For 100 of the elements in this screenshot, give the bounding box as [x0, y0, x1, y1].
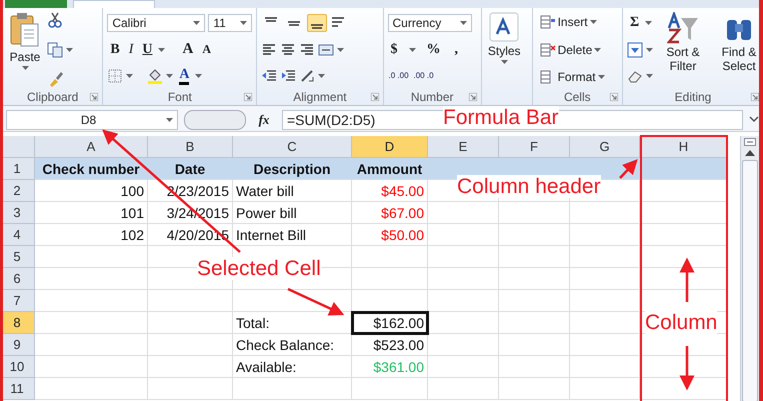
align-center-icon[interactable] [280, 42, 296, 58]
autosum-button[interactable]: Σ [627, 13, 642, 33]
table-cell: 102 [35, 224, 148, 246]
merge-icon[interactable] [318, 42, 334, 58]
table-cell: Available: [233, 356, 352, 378]
delete-cells-icon [540, 42, 556, 58]
table-cell: $162.00 [352, 312, 428, 334]
scrollbar-thumb[interactable] [742, 160, 758, 401]
caret-icon [460, 21, 467, 25]
empty-cell [499, 268, 570, 290]
cells-button[interactable]: Format [536, 67, 618, 87]
caret-icon [158, 48, 166, 52]
shrink-font-button[interactable]: A [199, 40, 214, 59]
vertical-align-button[interactable] [307, 14, 328, 32]
align-left-icon[interactable] [261, 42, 278, 58]
caret-icon [408, 48, 416, 52]
empty-cell [428, 246, 499, 268]
arrow [619, 159, 638, 179]
find-select-button[interactable]: Find & Select [713, 12, 763, 89]
name-box[interactable]: D8 [6, 110, 178, 130]
italic-button[interactable]: I [126, 40, 136, 60]
cells-button[interactable]: Delete [536, 40, 618, 60]
splitter-handle[interactable] [184, 110, 246, 130]
launcher-icon[interactable] [468, 93, 477, 101]
column-header[interactable]: C [233, 136, 352, 158]
caret-icon [193, 21, 200, 25]
row-header[interactable]: 7 [0, 290, 35, 312]
launcher-icon[interactable] [751, 93, 759, 101]
empty-cell [570, 312, 640, 334]
number-format-button[interactable]: % [424, 40, 444, 60]
launcher-icon[interactable] [610, 93, 618, 101]
column-header[interactable]: G [570, 136, 640, 158]
number-format-button[interactable]: , [452, 40, 462, 60]
column-header[interactable]: E [428, 136, 499, 158]
launcher-icon[interactable] [370, 93, 379, 101]
row-header[interactable]: 8 [0, 312, 35, 334]
caret-icon [646, 48, 653, 52]
vertical-scrollbar[interactable] [740, 136, 759, 401]
split-box-icon[interactable] [744, 138, 756, 146]
empty-cell [428, 224, 499, 246]
group-label: Number [410, 90, 454, 104]
empty-cell [428, 378, 499, 400]
row-header[interactable]: 1 [0, 158, 35, 180]
row-header[interactable]: 2 [0, 180, 35, 202]
styles-button[interactable]: Styles [486, 12, 523, 89]
fill-bucket-icon[interactable] [147, 68, 164, 84]
row-header[interactable]: 5 [0, 246, 35, 268]
empty-cell [428, 356, 499, 378]
scissors-icon[interactable] [47, 12, 63, 28]
row-header[interactable]: 9 [0, 334, 35, 356]
copy-icon[interactable] [47, 42, 63, 58]
sort-filter-button[interactable]: Sort & Filter [657, 12, 709, 89]
number-format-button[interactable]: $ [388, 40, 401, 60]
column-header[interactable]: H [640, 136, 728, 158]
caret-icon [166, 118, 173, 122]
decimal-button[interactable]: .0 .00 [388, 72, 410, 80]
caret-icon [126, 74, 134, 78]
number-format-field[interactable]: Currency [388, 14, 472, 32]
grow-font-button[interactable]: A [179, 39, 196, 60]
paste-button[interactable]: Paste [7, 12, 43, 89]
table-cell: Total: [233, 312, 352, 334]
empty-cell [499, 378, 570, 400]
table-cell: 101 [35, 202, 148, 224]
decimal-button[interactable]: .00 .0 [412, 72, 435, 80]
empty-cell [499, 290, 570, 312]
font-name-field[interactable]: Calibri [107, 14, 206, 32]
table-cell: Check Balance: [233, 334, 352, 356]
row-header[interactable]: 6 [0, 268, 35, 290]
brush-icon[interactable] [47, 71, 63, 87]
table-cell: Check number [35, 158, 148, 180]
align-middle-icon [287, 20, 302, 26]
column-header[interactable]: D [352, 136, 428, 158]
underline-button[interactable]: U [139, 40, 156, 60]
font-size-field[interactable]: 11 [208, 14, 252, 32]
row-header[interactable]: 3 [0, 202, 35, 224]
row-header[interactable]: 4 [0, 224, 35, 246]
fill-down-icon[interactable] [627, 42, 643, 58]
borders-icon[interactable] [107, 68, 124, 84]
scroll-up-icon[interactable] [745, 150, 755, 156]
launcher-icon[interactable] [90, 93, 98, 101]
bold-button[interactable]: B [107, 40, 123, 60]
table-cell: $361.00 [352, 356, 428, 378]
align-right-icon[interactable] [299, 42, 316, 58]
caret-icon [590, 20, 597, 24]
launcher-icon[interactable] [244, 93, 252, 101]
cells-button[interactable]: Insert [536, 12, 618, 32]
annotation-label: Selected Cell [197, 257, 321, 280]
insert-function-button[interactable]: fx [252, 112, 276, 128]
font-color-button[interactable]: A [176, 66, 192, 86]
column-header[interactable]: A [35, 136, 148, 158]
column-header[interactable]: B [148, 136, 233, 158]
expand-icon[interactable] [749, 116, 759, 124]
row-header[interactable]: 10 [0, 356, 35, 378]
row-header[interactable]: 11 [0, 378, 35, 400]
column-header[interactable]: F [499, 136, 570, 158]
table-cell: Date [148, 158, 233, 180]
orientation-icon[interactable] [299, 68, 316, 84]
group-label: Cells [564, 90, 591, 104]
select-all-corner[interactable] [0, 136, 35, 158]
caret-icon [598, 75, 605, 79]
